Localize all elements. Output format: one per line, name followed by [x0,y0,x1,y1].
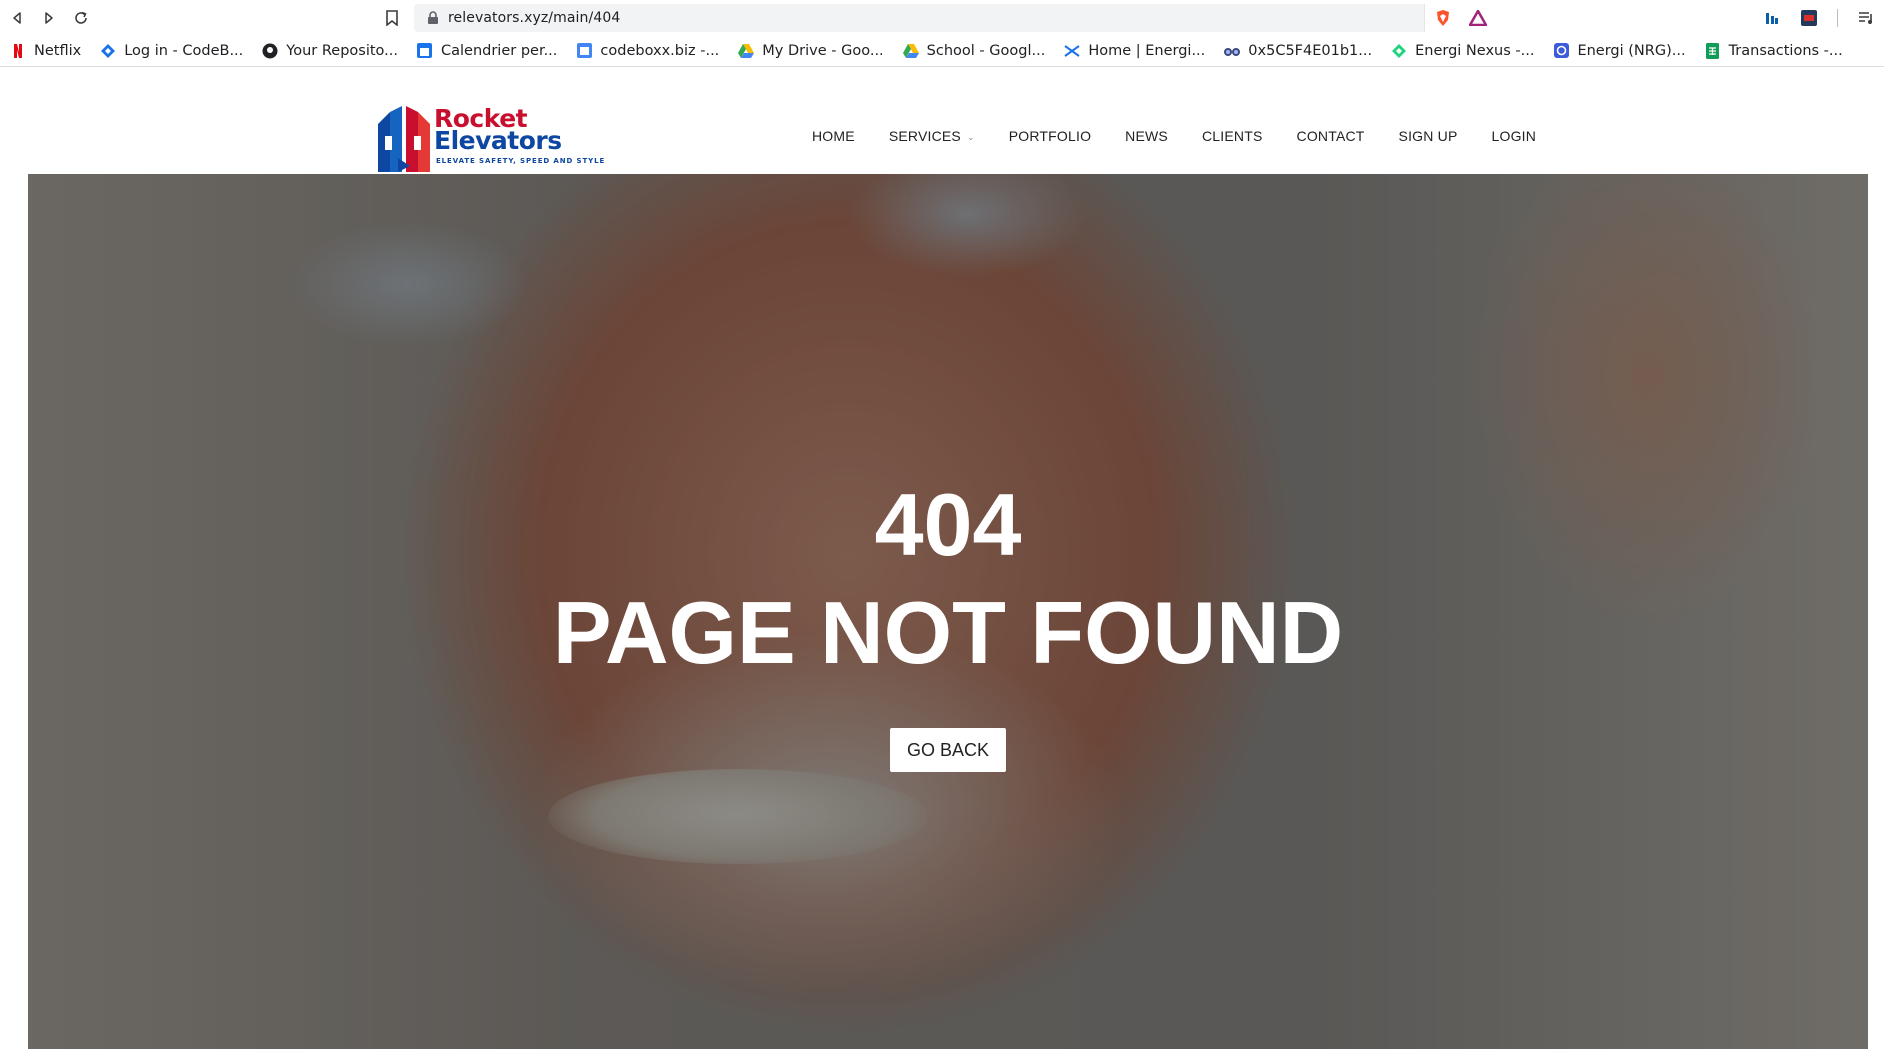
logo-tagline: ELEVATE SAFETY, SPEED AND STYLE [436,157,606,165]
sheets-icon [1705,42,1721,59]
nav-clients[interactable]: CLIENTS [1202,128,1263,144]
codeboxx-calendar-icon [576,43,592,59]
bookmark-label: Calendrier per... [440,42,558,59]
energi-icon [1064,43,1080,59]
bookmark-netflix[interactable]: Netflix [0,39,90,63]
bookmark-codeboxx-login[interactable]: Log in - CodeB... [90,39,252,63]
forward-icon[interactable] [38,7,60,29]
bookmark-label: Your Reposito... [286,42,398,59]
bookmark-github[interactable]: Your Reposito... [252,39,407,63]
bookmark-label: Netflix [34,42,82,59]
nexus-icon [1391,43,1407,59]
logo-word-elevators: Elevators [434,126,562,155]
lock-icon [424,9,442,27]
url-text: relevators.xyz/main/404 [448,10,621,26]
google-drive-icon [738,43,755,59]
main-nav: HOME SERVICES ⌄ PORTFOLIO NEWS CLIENTS C… [812,128,1570,144]
bookmark-label: Energi (NRG)... [1577,42,1686,59]
browser-toolbar: relevators.xyz/main/404 [0,0,1884,35]
reload-icon[interactable] [70,7,92,29]
bookmark-label: My Drive - Goo... [762,42,884,59]
bookmark-codeboxx-biz[interactable]: codeboxx.biz -... [566,39,728,63]
bookmark-page-icon[interactable] [382,8,402,28]
url-extensions [1424,4,1496,32]
bookmark-label: Transactions -... [1728,42,1843,59]
coin-icon [1553,43,1569,59]
bookmark-label: Energi Nexus -... [1415,42,1535,59]
bookmark-label: School - Googl... [926,42,1046,59]
site-logo[interactable]: Rocket Elevators ELEVATE SAFETY, SPEED A… [376,102,604,172]
codeboxx-icon [100,43,116,59]
binoculars-icon [1224,43,1241,59]
nav-contact[interactable]: CONTACT [1297,128,1365,144]
bookmark-energi-nexus[interactable]: Energi Nexus -... [1381,39,1543,63]
chevron-down-icon: ⌄ [966,132,975,142]
brave-shield-icon[interactable] [1434,9,1452,27]
error-code: 404 [874,475,1022,574]
nav-services-label: SERVICES [888,128,961,144]
bookmark-my-drive[interactable]: My Drive - Goo... [728,39,892,63]
error-message: PAGE NOT FOUND [552,583,1344,682]
extension-bars-icon[interactable] [1763,9,1781,27]
go-back-button[interactable]: GO BACK [890,728,1006,772]
bookmark-transactions[interactable]: Transactions -... [1695,39,1852,63]
nav-home[interactable]: HOME [812,128,855,144]
nav-login[interactable]: LOGIN [1492,128,1537,144]
playlist-icon[interactable] [1857,9,1875,27]
bookmark-label: codeboxx.biz -... [600,42,720,59]
bookmark-energi-home[interactable]: Home | Energi... [1054,39,1214,63]
bookmark-school[interactable]: School - Googl... [893,39,1055,63]
hero-content: 404 PAGE NOT FOUND GO BACK [28,174,1868,1049]
calendar-icon [417,43,433,59]
nav-services[interactable]: SERVICES ⌄ [889,128,975,144]
brave-rewards-icon[interactable] [1469,9,1488,27]
netflix-icon [10,43,26,59]
bookmark-energi-nrg[interactable]: Energi (NRG)... [1543,39,1694,63]
back-icon[interactable] [6,7,28,29]
toolbar-separator [1836,9,1838,27]
bookmark-address[interactable]: 0x5C5F4E01b1... [1214,39,1381,63]
extension-pdf-icon[interactable] [1800,9,1818,27]
bookmark-label: Log in - CodeB... [124,42,244,59]
nav-news[interactable]: NEWS [1125,128,1168,144]
bookmarks-bar: Netflix Log in - CodeB... Your Reposito.… [0,35,1884,67]
nav-portfolio[interactable]: PORTFOLIO [1009,128,1091,144]
google-drive-icon [902,43,919,59]
extensions-area [1754,4,1884,32]
bookmark-calendar[interactable]: Calendrier per... [407,39,566,63]
logo-building-icon [378,106,430,172]
address-bar[interactable]: relevators.xyz/main/404 [414,4,1496,32]
site-header: Rocket Elevators ELEVATE SAFETY, SPEED A… [0,68,1884,174]
nav-signup[interactable]: SIGN UP [1399,128,1458,144]
github-icon [262,43,278,59]
bookmark-label: Home | Energi... [1088,42,1206,59]
hero-background-image: 404 PAGE NOT FOUND GO BACK [28,174,1868,1049]
bookmark-label: 0x5C5F4E01b1... [1248,42,1373,59]
